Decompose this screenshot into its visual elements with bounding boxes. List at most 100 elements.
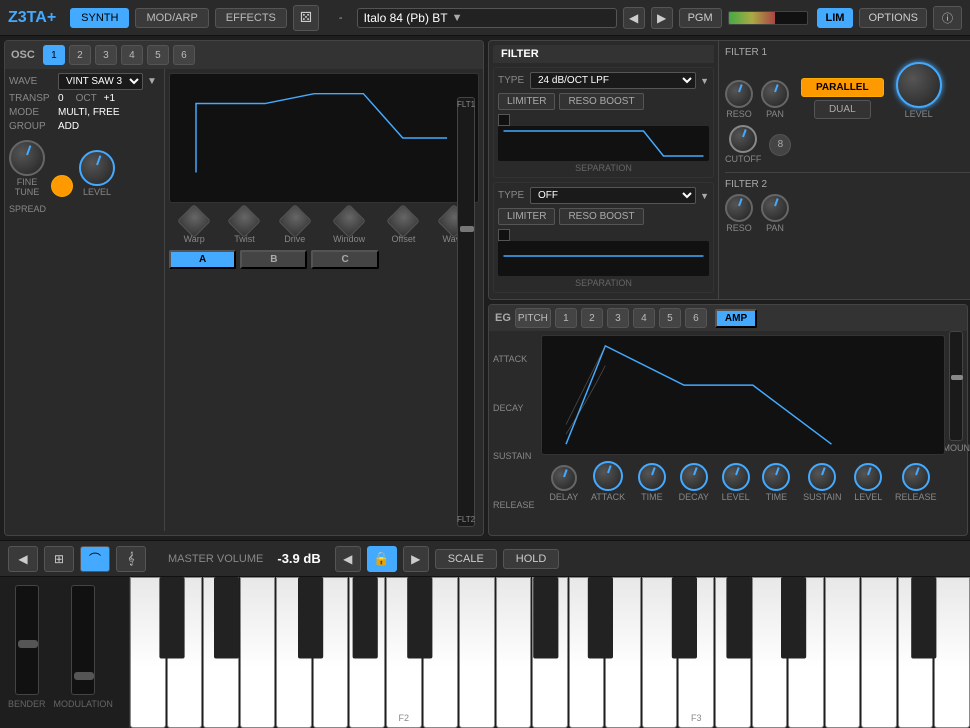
vol-next-button[interactable]: ▶: [403, 546, 429, 572]
white-key-10[interactable]: [496, 577, 532, 728]
options-button[interactable]: OPTIONS: [859, 8, 927, 28]
morph-tab-a[interactable]: A: [169, 250, 236, 269]
twist-knob[interactable]: [228, 204, 262, 238]
eg-tab-amp[interactable]: AMP: [715, 309, 757, 328]
white-key-f2[interactable]: F2: [386, 577, 422, 728]
filter1-reso-knob[interactable]: [725, 80, 753, 108]
eg-tab-4[interactable]: 4: [633, 308, 655, 328]
tab-modarp[interactable]: MOD/ARP: [135, 8, 208, 28]
kb-back-button[interactable]: ◀: [8, 546, 38, 572]
warp-knob[interactable]: [177, 204, 211, 238]
eg-tab-2[interactable]: 2: [581, 308, 603, 328]
morph-tab-b[interactable]: B: [240, 250, 307, 269]
osc-tab-5[interactable]: 5: [147, 45, 169, 65]
filter2-pan-knob[interactable]: [761, 194, 789, 222]
flt1-slider[interactable]: FLT1 FLT2: [457, 97, 475, 527]
osc-power-toggle[interactable]: [51, 175, 73, 197]
fine-tune-knob[interactable]: [9, 140, 45, 176]
filter2-arrow[interactable]: ▼: [700, 191, 709, 201]
offset-knob[interactable]: [387, 204, 421, 238]
osc-tab-4[interactable]: 4: [121, 45, 143, 65]
eg-amount-slider[interactable]: [949, 331, 963, 441]
prev-preset-button[interactable]: ◀: [623, 7, 645, 29]
osc-tab-3[interactable]: 3: [95, 45, 117, 65]
white-key-1[interactable]: [130, 577, 166, 728]
white-key-19[interactable]: [861, 577, 897, 728]
filter2-checkbox[interactable]: [498, 229, 510, 241]
filter-link-btn[interactable]: 8: [769, 134, 791, 156]
white-key-17[interactable]: [788, 577, 824, 728]
parallel-btn[interactable]: PARALLEL: [801, 78, 884, 97]
white-key-11[interactable]: [532, 577, 568, 728]
eg-decay-knob[interactable]: [680, 463, 708, 491]
eg-tab-1[interactable]: 1: [555, 308, 577, 328]
white-key-9[interactable]: [459, 577, 495, 728]
white-key-8[interactable]: [423, 577, 459, 728]
wave-dropdown[interactable]: VINT SAW 3: [58, 73, 143, 90]
filter1-dropdown[interactable]: 24 dB/OCT LPF: [530, 72, 696, 89]
lim-button[interactable]: LIM: [817, 8, 854, 28]
bender-slider[interactable]: [15, 585, 39, 695]
filter1-pan-knob[interactable]: [761, 80, 789, 108]
eg-delay-knob[interactable]: [551, 465, 577, 491]
lock-button[interactable]: 🔒: [367, 546, 397, 572]
filter2-dropdown[interactable]: OFF: [530, 187, 696, 204]
vol-prev-button[interactable]: ◀: [335, 546, 361, 572]
white-key-4[interactable]: [240, 577, 276, 728]
filter2-reso-boost-btn[interactable]: RESO BOOST: [559, 208, 643, 225]
eg-time-decay-knob[interactable]: [638, 463, 666, 491]
filter1-checkbox[interactable]: [498, 114, 510, 126]
eg-tab-pitch[interactable]: PITCH: [515, 308, 551, 328]
eg-tab-6[interactable]: 6: [685, 308, 707, 328]
filter1-limiter-btn[interactable]: LIMITER: [498, 93, 555, 110]
eg-sustain-knob[interactable]: [808, 463, 836, 491]
dice-button[interactable]: ⚄: [293, 5, 319, 31]
white-key-6[interactable]: [313, 577, 349, 728]
filter2-reso-knob[interactable]: [725, 194, 753, 222]
white-key-20[interactable]: [898, 577, 934, 728]
next-preset-button[interactable]: ▶: [651, 7, 673, 29]
white-key-13[interactable]: [605, 577, 641, 728]
dual-btn[interactable]: DUAL: [814, 100, 871, 119]
drive-knob[interactable]: [278, 204, 312, 238]
filter2-limiter-btn[interactable]: LIMITER: [498, 208, 555, 225]
filter-cutoff-level-knob[interactable]: [896, 62, 942, 108]
white-key-3[interactable]: [203, 577, 239, 728]
filter1-arrow[interactable]: ▼: [700, 76, 709, 86]
white-key-21[interactable]: [934, 577, 970, 728]
white-key-16[interactable]: [752, 577, 788, 728]
white-key-15[interactable]: [715, 577, 751, 728]
eg-tab-3[interactable]: 3: [607, 308, 629, 328]
eg-release-knob[interactable]: [902, 463, 930, 491]
eg-tab-5[interactable]: 5: [659, 308, 681, 328]
osc-level-knob[interactable]: [79, 150, 115, 186]
window-knob[interactable]: [332, 204, 366, 238]
white-key-7[interactable]: [349, 577, 385, 728]
kb-wave-button[interactable]: ⌒: [80, 546, 110, 572]
osc-tab-6[interactable]: 6: [173, 45, 195, 65]
white-key-2[interactable]: [167, 577, 203, 728]
eg-level-decay-knob[interactable]: [722, 463, 750, 491]
filter1-reso-boost-btn[interactable]: RESO BOOST: [559, 93, 643, 110]
tab-synth[interactable]: SYNTH: [70, 8, 129, 28]
white-key-12[interactable]: [569, 577, 605, 728]
info-button[interactable]: ⓘ: [933, 6, 962, 30]
kb-grid-button[interactable]: ⊞: [44, 546, 74, 572]
eg-time-sustain-knob[interactable]: [762, 463, 790, 491]
eg-level-sustain-knob[interactable]: [854, 463, 882, 491]
wave-arrow[interactable]: ▼: [147, 76, 157, 87]
white-key-14[interactable]: [642, 577, 678, 728]
modulation-slider[interactable]: [71, 585, 95, 695]
osc-tab-2[interactable]: 2: [69, 45, 91, 65]
white-key-f3[interactable]: F3: [678, 577, 714, 728]
white-key-5[interactable]: [276, 577, 312, 728]
scale-button[interactable]: SCALE: [435, 549, 497, 569]
eg-attack-knob[interactable]: [593, 461, 623, 491]
tab-effects[interactable]: EFFECTS: [215, 8, 287, 28]
kb-piano-button[interactable]: 𝄞: [116, 546, 146, 572]
morph-tab-c[interactable]: C: [311, 250, 378, 269]
hold-button[interactable]: HOLD: [503, 549, 560, 569]
pgm-button[interactable]: PGM: [679, 8, 722, 28]
osc-tab-1[interactable]: 1: [43, 45, 65, 65]
white-key-18[interactable]: [825, 577, 861, 728]
